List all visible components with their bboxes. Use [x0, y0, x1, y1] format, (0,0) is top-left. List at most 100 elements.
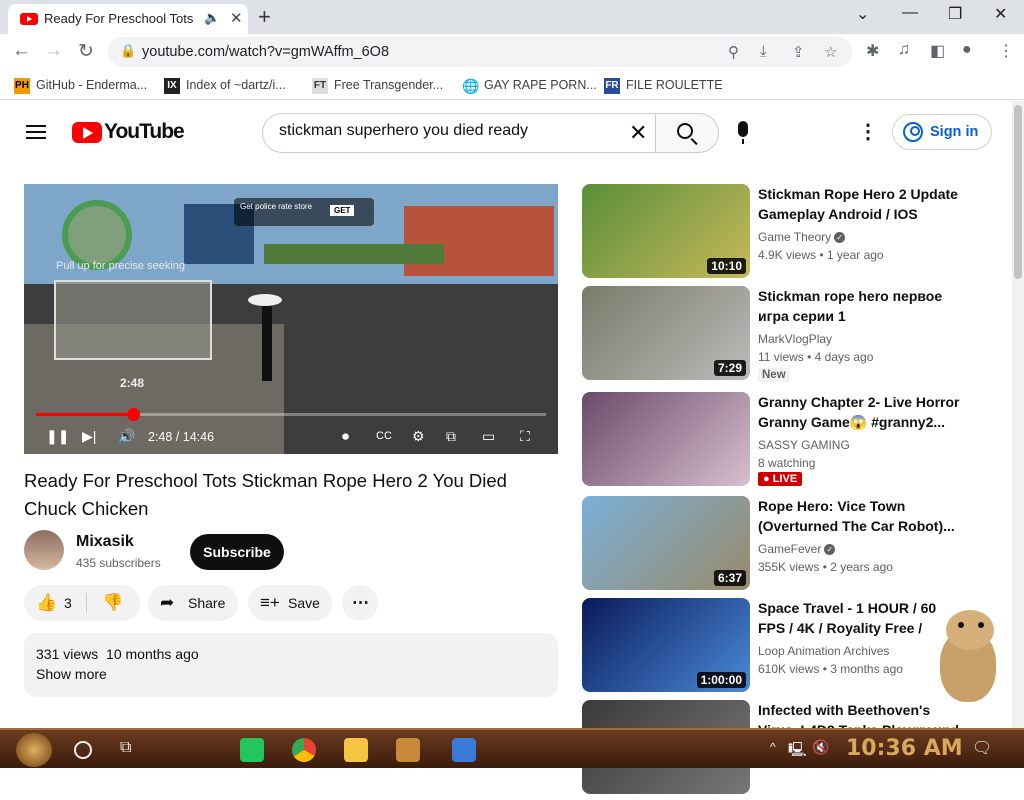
profile-icon[interactable]: ●: [962, 41, 972, 59]
start-button[interactable]: [16, 733, 52, 767]
taskbar-clock[interactable]: 10:36 AM: [846, 736, 963, 761]
progress-bar[interactable]: [36, 408, 546, 421]
show-more-link[interactable]: Show more: [36, 666, 107, 682]
youtube-wordmark[interactable]: YouTube: [104, 120, 185, 144]
speaker-icon[interactable]: 🔈: [204, 10, 220, 26]
search-box[interactable]: ✕: [262, 113, 656, 153]
address-bar[interactable]: 🔒 youtube.com/watch?v=gmWAffm_6O8 ⚲ ⤓ ⇪ …: [108, 37, 852, 67]
search-button[interactable]: [655, 113, 719, 153]
browser-tab[interactable]: Ready For Preschool Tots Stickman Rope H…: [8, 4, 248, 34]
related-channel-name[interactable]: Game Theory ✓: [758, 230, 846, 244]
bookmark-item[interactable]: FR FILE ROULETTE: [604, 78, 723, 94]
reload-button[interactable]: ↻: [78, 40, 94, 63]
youtube-logo-icon[interactable]: [72, 122, 102, 143]
fullscreen-icon[interactable]: ⛶: [520, 428, 530, 445]
like-button[interactable]: 👍: [36, 593, 57, 613]
video-player[interactable]: Get police rate store GET Pull up for pre…: [24, 184, 558, 454]
channel-avatar[interactable]: [24, 530, 64, 570]
volume-muted-icon[interactable]: 🔇: [812, 739, 836, 763]
lock-icon[interactable]: 🔒: [120, 43, 136, 59]
video-frame-house: [404, 206, 554, 276]
new-tab-button[interactable]: +: [258, 4, 271, 30]
related-video-item[interactable]: 1:00:00 Space Travel - 1 HOUR / 60 FPS / …: [582, 598, 962, 698]
share-button[interactable]: ➦ Share: [148, 585, 238, 621]
chrome-taskbar-icon[interactable]: [292, 738, 316, 762]
related-channel-name[interactable]: SASSY GAMING: [758, 438, 850, 452]
notes-app-icon[interactable]: [240, 738, 264, 762]
video-thumbnail[interactable]: [582, 392, 750, 486]
bookmark-item[interactable]: IX Index of ~dartz/i...: [164, 78, 286, 94]
cortana-icon[interactable]: [74, 741, 92, 759]
related-video-item[interactable]: 6:37 Rope Hero: Vice Town (Overturned The…: [582, 496, 962, 596]
channel-name[interactable]: Mixasik: [76, 533, 134, 551]
dislike-button[interactable]: 👎: [102, 593, 123, 613]
like-count: 3: [64, 595, 72, 611]
volume-icon[interactable]: 🔊: [118, 428, 135, 445]
minimize-button[interactable]: —: [902, 4, 918, 22]
file-explorer-icon[interactable]: [344, 738, 368, 762]
subscribe-button[interactable]: Subscribe: [190, 534, 284, 570]
related-video-stats: 11 views • 4 days ago: [758, 350, 874, 364]
clear-search-icon[interactable]: ✕: [629, 120, 647, 146]
video-thumbnail[interactable]: 10:10: [582, 184, 750, 278]
video-thumbnail[interactable]: 7:29: [582, 286, 750, 380]
back-button[interactable]: ←: [12, 40, 31, 62]
related-channel-name[interactable]: GameFever ✓: [758, 542, 836, 556]
tab-close-icon[interactable]: ✕: [230, 9, 243, 27]
user-icon: [903, 122, 923, 142]
notifications-icon[interactable]: 🗨: [972, 738, 996, 762]
menu-icon[interactable]: [26, 125, 46, 139]
description-box[interactable]: 331 views 10 months ago Show more: [24, 633, 558, 697]
page-scrollbar[interactable]: [1012, 101, 1024, 728]
save-button[interactable]: ≡+ Save: [248, 585, 332, 621]
bookmark-item[interactable]: PH GitHub - Enderma...: [14, 78, 147, 94]
bookmark-item[interactable]: 🌐 GAY RAPE PORN...: [462, 78, 597, 94]
side-panel-icon[interactable]: ◧: [930, 41, 945, 61]
search-input[interactable]: [279, 122, 619, 140]
onedrive-icon[interactable]: [452, 738, 476, 762]
bookmark-favicon-icon: IX: [164, 78, 180, 94]
next-icon[interactable]: ▶|: [82, 428, 96, 445]
sign-in-button[interactable]: Sign in: [892, 114, 992, 150]
settings-menu-icon[interactable]: ⋮: [858, 119, 878, 144]
subscriber-count: 435 subscribers: [76, 556, 161, 570]
bookmark-item[interactable]: FT Free Transgender...: [312, 78, 443, 94]
scrollbar-thumb[interactable]: [1014, 105, 1022, 279]
related-video-title[interactable]: Rope Hero: Vice Town (Overturned The Car…: [758, 496, 962, 536]
game-app-icon[interactable]: [396, 738, 420, 762]
tab-search-icon[interactable]: ⌄: [856, 4, 869, 24]
extensions-icon[interactable]: ✱: [866, 41, 879, 61]
related-video-title[interactable]: Granny Chapter 2- Live Horror Granny Gam…: [758, 392, 962, 432]
network-icon[interactable]: 🖳: [788, 739, 812, 763]
install-icon[interactable]: ⤓: [760, 43, 767, 60]
forward-button[interactable]: →: [44, 40, 63, 62]
miniplayer-icon[interactable]: ⧉: [446, 428, 456, 445]
related-video-stats: 8 watching: [758, 456, 816, 470]
related-video-item[interactable]: 7:29 Stickman rope hero первое игра серии…: [582, 286, 962, 386]
pause-icon[interactable]: ❚❚: [46, 428, 69, 445]
related-video-item[interactable]: Granny Chapter 2- Live Horror Granny Gam…: [582, 392, 962, 492]
chrome-menu-icon[interactable]: ⋮: [998, 41, 1014, 61]
media-control-icon[interactable]: ♫: [898, 41, 910, 59]
autoplay-toggle[interactable]: ⏺: [342, 428, 349, 445]
related-channel-name[interactable]: Loop Animation Archives: [758, 644, 889, 658]
video-thumbnail[interactable]: 1:00:00: [582, 598, 750, 692]
task-view-icon[interactable]: ⧉: [120, 739, 144, 763]
theater-mode-icon[interactable]: ▭: [482, 428, 495, 445]
captions-icon[interactable]: CC: [376, 430, 392, 442]
bookmark-star-icon[interactable]: ☆: [824, 43, 837, 61]
related-channel-name[interactable]: MarkVlogPlay: [758, 332, 832, 346]
zoom-search-icon[interactable]: ⚲: [728, 43, 739, 61]
share-icon[interactable]: ⇪: [792, 43, 805, 61]
more-actions-button[interactable]: ⋯: [342, 585, 378, 621]
microphone-icon[interactable]: [738, 121, 748, 144]
related-video-title[interactable]: Stickman Rope Hero 2 Update Gameplay And…: [758, 184, 962, 224]
window-close-button[interactable]: ✕: [994, 4, 1007, 24]
related-video-item[interactable]: 10:10 Stickman Rope Hero 2 Update Gamepla…: [582, 184, 962, 284]
restore-button[interactable]: ❐: [948, 4, 962, 24]
related-video-title[interactable]: Stickman rope hero первое игра серии 1: [758, 286, 962, 326]
video-thumbnail[interactable]: 6:37: [582, 496, 750, 590]
browser-toolbar: ← → ↻ 🔒 youtube.com/watch?v=gmWAffm_6O8 …: [0, 34, 1024, 70]
youtube-favicon-icon: [20, 13, 38, 25]
settings-gear-icon[interactable]: ⚙: [412, 428, 425, 445]
